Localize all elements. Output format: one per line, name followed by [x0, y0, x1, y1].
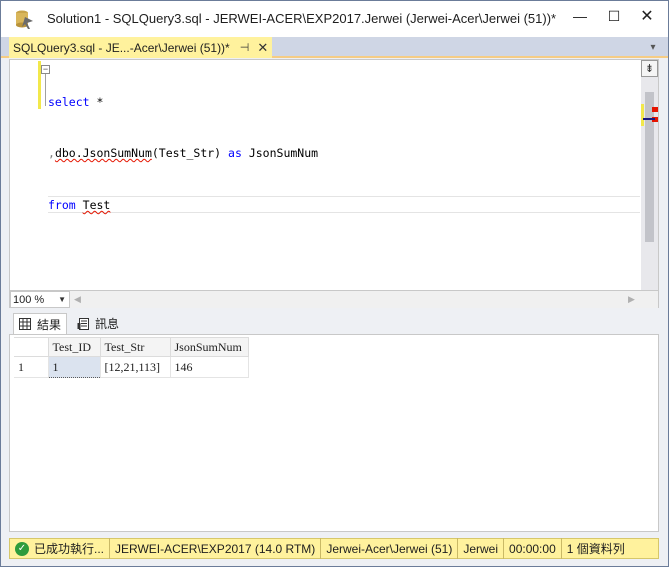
zoom-bar: 100 % ▼ ◀ ▶: [9, 291, 659, 308]
tab-results-label: 結果: [37, 317, 62, 332]
function-args: (Test_Str): [151, 146, 229, 160]
status-bar: ✓ 已成功執行... JERWEI-ACER\EXP2017 (14.0 RTM…: [9, 538, 659, 559]
tab-messages-label: 訊息: [95, 317, 120, 331]
status-login: Jerwei-Acer\Jerwei (51): [321, 538, 459, 559]
grid-header-row: Test_ID Test_Str JsonSumNum: [14, 337, 249, 357]
result-tab-strip: 結果 訊息: [9, 311, 659, 334]
zoom-value: 100 %: [13, 293, 45, 306]
caret-position-marker: [643, 118, 655, 120]
keyword-as: as: [228, 146, 242, 160]
function-name: dbo.JsonSumNum: [54, 146, 152, 160]
grid-cell[interactable]: [12,21,113]: [99, 356, 171, 378]
status-rows: 1 個資料列: [566, 542, 625, 556]
split-window-icon[interactable]: ⇟: [641, 60, 658, 77]
change-marker: [641, 104, 644, 126]
column-header[interactable]: JsonSumNum: [169, 337, 249, 357]
column-alias: JsonSumNum: [241, 146, 319, 160]
code-area[interactable]: select * ,dbo.JsonSumNum(Test_Str) as Js…: [48, 60, 640, 247]
ssms-app-icon: [16, 10, 33, 29]
window-title: Solution1 - SQLQuery3.sql - JERWEI-ACER\…: [47, 11, 557, 26]
column-header[interactable]: Test_ID: [47, 337, 101, 357]
outline-guide: [45, 74, 46, 106]
error-marker[interactable]: [652, 107, 658, 112]
tab-list-dropdown-icon[interactable]: ▾: [646, 40, 660, 54]
chevron-down-icon: ▼: [58, 295, 66, 304]
results-grid: Test_ID Test_Str JsonSumNum 1 1 [12,21,1…: [14, 337, 249, 378]
code-line-2: ,dbo.JsonSumNum(Test_Str) as JsonSumNum: [48, 145, 640, 162]
scroll-right-icon[interactable]: ▶: [628, 294, 635, 305]
tab-close-icon[interactable]: ✕: [257, 40, 268, 56]
row-number[interactable]: 1: [14, 356, 49, 378]
table-row: 1 1 [12,21,113] 146: [14, 356, 249, 378]
results-grid-panel: Test_ID Test_Str JsonSumNum 1 1 [12,21,1…: [9, 334, 659, 532]
grid-cell[interactable]: 1: [47, 356, 101, 378]
document-tab-strip: SQLQuery3.sql - JE...-Acer\Jerwei (51))*…: [1, 37, 668, 58]
code-line-1: select *: [48, 94, 640, 111]
check-circle-icon: ✓: [15, 541, 29, 556]
zoom-select[interactable]: 100 % ▼: [10, 291, 70, 308]
tab-label: SQLQuery3.sql - JE...-Acer\Jerwei (51))*: [13, 40, 230, 55]
comma-operator: ,: [48, 146, 55, 160]
status-message: ✓ 已成功執行...: [10, 538, 111, 559]
keyword-select: select: [48, 95, 90, 109]
messages-icon: [77, 317, 89, 330]
status-message-text: 已成功執行...: [34, 542, 105, 556]
status-database: Jerwei: [458, 538, 505, 559]
maximize-button[interactable]: ☐: [600, 5, 628, 27]
scroll-left-icon[interactable]: ◀: [74, 294, 81, 305]
status-server: JERWEI-ACER\EXP2017 (14.0 RTM): [110, 538, 322, 559]
query-editor[interactable]: − select * ,dbo.JsonSumNum(Test_Str) as …: [9, 59, 659, 291]
ssms-window: Solution1 - SQLQuery3.sql - JERWEI-ACER\…: [0, 0, 669, 567]
tab-sqlquery3[interactable]: SQLQuery3.sql - JE...-Acer\Jerwei (51))*…: [9, 37, 273, 58]
grid-cell[interactable]: 146: [169, 356, 249, 378]
editor-gutter: [10, 60, 36, 290]
title-bar: Solution1 - SQLQuery3.sql - JERWEI-ACER\…: [1, 1, 668, 37]
status-elapsed: 00:00:00: [504, 538, 562, 559]
tab-messages[interactable]: 訊息: [72, 313, 124, 334]
grid-icon: [19, 318, 31, 330]
minimize-button[interactable]: —: [566, 5, 594, 27]
editor-vertical-scrollbar[interactable]: ⇟: [641, 60, 658, 290]
table-name: Test: [82, 198, 111, 212]
tab-results[interactable]: 結果: [13, 313, 68, 334]
code-line-3: from Test: [48, 196, 640, 213]
pin-icon[interactable]: ⊣: [240, 41, 250, 54]
row-header-corner[interactable]: [14, 337, 49, 357]
close-window-button[interactable]: ✕: [633, 5, 661, 27]
column-header[interactable]: Test_Str: [99, 337, 171, 357]
scrollbar-thumb[interactable]: [645, 92, 654, 242]
keyword-from: from: [48, 198, 76, 212]
select-star: *: [89, 95, 104, 109]
